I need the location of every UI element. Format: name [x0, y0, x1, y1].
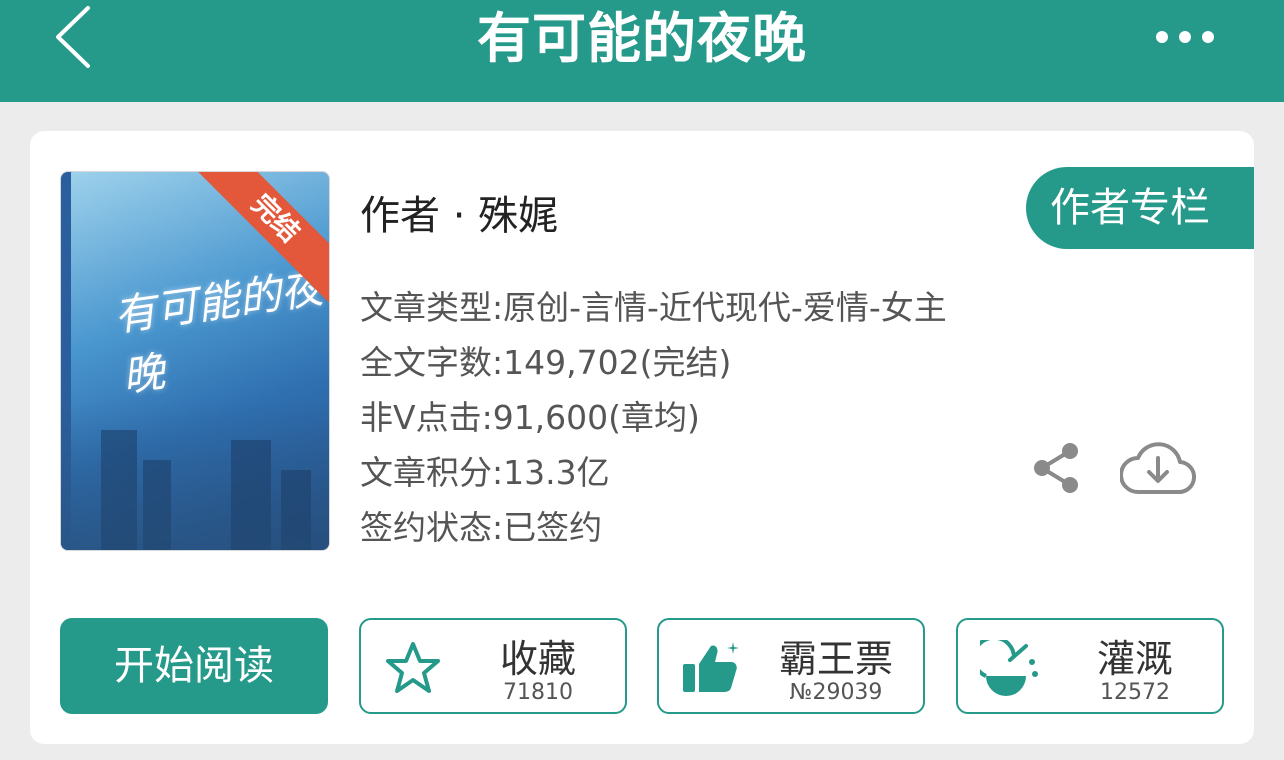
author-column-button[interactable]: 作者专栏: [1026, 167, 1254, 249]
nutrient-label: 灌溉: [1096, 637, 1173, 681]
page-title: 有可能的夜晚: [477, 7, 807, 70]
favorite-count: 71810: [503, 680, 573, 705]
nutrient-button[interactable]: 灌溉 12572: [956, 618, 1224, 714]
info-genre: 文章类型:原创-言情-近代现代-爱情-女主: [360, 288, 947, 327]
info-clicks: 非V点击:91,600(章均): [360, 398, 700, 437]
share-icon[interactable]: [1030, 442, 1082, 494]
author-name[interactable]: 作者 · 殊娓: [360, 183, 558, 241]
more-dots-icon[interactable]: [1152, 24, 1218, 50]
info-score: 文章积分:13.3亿: [360, 453, 610, 492]
star-icon: [386, 642, 440, 693]
favorite-label: 收藏: [499, 637, 576, 681]
favorite-button[interactable]: 收藏 71810: [359, 618, 627, 714]
book-cover[interactable]: 有可能的夜晚 完结: [60, 171, 330, 551]
start-reading-button[interactable]: 开始阅读: [60, 618, 328, 714]
book-card: 有可能的夜晚 完结 作者 · 殊娓 作者专栏 文章类型:原创-言情-近代现代-爱…: [30, 131, 1254, 744]
thumbs-up-icon: [683, 642, 739, 692]
cover-city-art: [61, 400, 329, 550]
info-word-count: 全文字数:149,702(完结): [360, 343, 732, 382]
cloud-download-icon[interactable]: [1120, 436, 1196, 498]
ticket-count: №29039: [789, 680, 883, 705]
flask-icon: [980, 640, 1038, 696]
ticket-label: 霸王票: [778, 637, 893, 681]
top-bar: 有可能的夜晚: [0, 0, 1284, 102]
cover-art-title: 有可能的夜晚: [110, 263, 326, 402]
info-sign-status: 签约状态:已签约: [360, 508, 603, 547]
nutrient-count: 12572: [1100, 680, 1170, 705]
ticket-button[interactable]: 霸王票 №29039: [657, 618, 925, 714]
